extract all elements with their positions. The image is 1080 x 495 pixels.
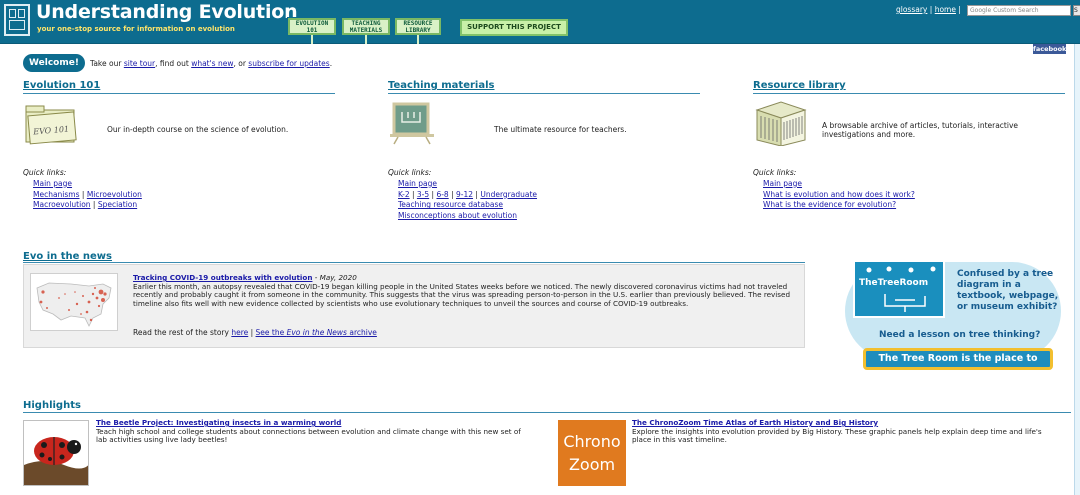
welcome-text-part: Take our	[90, 59, 124, 68]
grade-9-12-link[interactable]: 9-12	[456, 190, 473, 199]
top-links-separator: |	[929, 5, 933, 14]
archive-prefix: See the	[255, 328, 287, 337]
main-page-link[interactable]: Main page	[33, 179, 72, 188]
ladybug-image[interactable]	[23, 420, 89, 486]
grade-3-5-link[interactable]: 3-5	[417, 190, 429, 199]
grade-k2-link[interactable]: K-2	[398, 190, 410, 199]
quick-links-label: Quick links:	[753, 168, 797, 177]
quick-links-label: Quick links:	[388, 168, 432, 177]
site-tour-link[interactable]: site tour	[124, 59, 155, 68]
column-description: A browsable archive of articles, tutoria…	[822, 121, 1019, 139]
nav-teaching-line2: MATERIALS	[349, 26, 383, 34]
whats-new-link[interactable]: what's new	[191, 59, 233, 68]
card-catalog-icon[interactable]	[753, 100, 809, 147]
read-more-link[interactable]: here	[231, 328, 248, 337]
tree-room-sign-title: TheTreeRoom	[859, 278, 929, 288]
highlight-text: Explore the insights into evolution prov…	[632, 426, 1042, 444]
news-divider	[23, 262, 805, 263]
column-description: The ultimate resource for teachers.	[494, 125, 627, 134]
news-box: Tracking COVID-19 outbreaks with evoluti…	[23, 264, 805, 348]
facebook-button[interactable]: facebook	[1033, 44, 1066, 54]
evidence-for-evolution-link[interactable]: What is the evidence for evolution?	[763, 200, 896, 209]
misconceptions-link[interactable]: Misconceptions about evolution	[398, 211, 517, 220]
main-page-link[interactable]: Main page	[763, 179, 802, 188]
read-more-prefix: Read the rest of the story	[133, 328, 232, 337]
site-header: Understanding Evolution your one-stop so…	[0, 0, 1080, 44]
microevolution-link[interactable]: Microevolution	[87, 190, 142, 199]
news-read-more: Read the rest of the story here | See th…	[133, 328, 377, 337]
highlights-title: Highlights	[23, 400, 81, 411]
welcome-text: Take our site tour, find out what's new,…	[90, 59, 332, 68]
chronozoom-image-line1: Chrono	[563, 432, 621, 451]
news-section-title-text[interactable]: Evo in the news	[23, 251, 112, 262]
support-project-button[interactable]: SUPPORT THIS PROJECT	[460, 19, 568, 36]
column-description: Our in-depth course on the science of ev…	[107, 125, 289, 134]
quick-links: Quick links: Main page What is evolution…	[753, 168, 915, 211]
column-title[interactable]: Teaching materials	[388, 80, 700, 94]
undergraduate-link[interactable]: Undergraduate	[480, 190, 537, 199]
welcome-badge: Welcome!	[23, 54, 85, 72]
top-links-separator: |	[958, 5, 961, 14]
right-edge-stripe	[1074, 44, 1080, 495]
nav-resource-line2: LIBRARY	[405, 26, 431, 34]
top-links: glossary | home |	[896, 5, 961, 14]
news-archive-link[interactable]: See the Evo in the News archive	[256, 328, 377, 337]
column-evolution-101: Evolution 101 EVO 101 Our in-depth cours…	[23, 80, 335, 209]
glossary-link[interactable]: glossary	[896, 5, 927, 14]
search-button[interactable]: S	[1073, 5, 1080, 16]
main-page-link[interactable]: Main page	[398, 179, 437, 188]
tree-room-lesson-text: Need a lesson on tree thinking?	[879, 330, 1041, 340]
tree-room-ad[interactable]: TheTreeRoom Confused by a tree diagram i…	[845, 256, 1065, 380]
column-title[interactable]: Resource library	[753, 80, 1065, 94]
chalkboard-icon[interactable]	[388, 100, 444, 146]
search-input[interactable]: Google Custom Search	[967, 5, 1071, 16]
welcome-text-part: , find out	[155, 59, 192, 68]
highlights-divider	[23, 412, 1071, 413]
chronozoom-image[interactable]: Chrono Zoom	[558, 420, 626, 486]
news-article: Tracking COVID-19 outbreaks with evoluti…	[133, 273, 793, 308]
quick-links-label: Quick links:	[23, 168, 67, 177]
highlight-item: The ChronoZoom Time Atlas of Earth Histo…	[632, 418, 1062, 445]
quick-links: Quick links: Main page K-2 | 3-5 | 6-8 |…	[388, 168, 538, 221]
archive-suffix: archive	[346, 328, 377, 337]
nav-stem	[311, 35, 313, 44]
tree-room-start-button[interactable]: The Tree Room is the place to start!	[863, 348, 1053, 380]
teaching-database-link[interactable]: Teaching resource database	[398, 200, 503, 209]
evo-101-folder-icon[interactable]: EVO 101	[23, 100, 79, 146]
quick-links: Quick links: Main page Mechanisms | Micr…	[23, 168, 142, 210]
nav-resource-library[interactable]: RESOURCE LIBRARY	[394, 17, 442, 44]
column-title[interactable]: Evolution 101	[23, 80, 335, 94]
nav-evolution-101-line2: 101	[306, 26, 318, 34]
covid-map-image[interactable]	[30, 273, 118, 331]
tree-room-confused-text: Confused by a tree diagram in a textbook…	[957, 269, 1059, 312]
nav-stem	[417, 35, 419, 44]
nav-stem	[365, 35, 367, 44]
site-logo-icon[interactable]	[4, 4, 30, 36]
nav-teaching-materials[interactable]: TEACHING MATERIALS	[341, 17, 391, 44]
news-section-title: Evo in the news	[23, 251, 805, 262]
nav-evolution-101[interactable]: EVOLUTION 101	[287, 17, 337, 44]
news-body-text: Earlier this month, an autopsy revealed …	[133, 281, 791, 308]
subscribe-link[interactable]: subscribe for updates	[248, 59, 329, 68]
speciation-link[interactable]: Speciation	[98, 200, 137, 209]
site-tagline: your one-stop source for information on …	[37, 25, 235, 33]
welcome-text-part: , or	[233, 59, 249, 68]
site-title[interactable]: Understanding Evolution	[36, 1, 298, 23]
chronozoom-image-line2: Zoom	[568, 455, 616, 474]
highlight-text: Teach high school and college students a…	[96, 426, 521, 444]
welcome-text-part: .	[329, 59, 333, 68]
tree-room-sign: TheTreeRoom	[853, 260, 945, 318]
mechanisms-link[interactable]: Mechanisms	[33, 190, 80, 199]
home-link[interactable]: home	[935, 5, 956, 14]
archive-em: Evo in the News	[286, 328, 347, 337]
highlight-item: The Beetle Project: Investigating insect…	[96, 418, 526, 445]
macroevolution-link[interactable]: Macroevolution	[33, 200, 91, 209]
column-resource-library: Resource library A browsable archive of …	[753, 80, 1065, 209]
column-teaching-materials: Teaching materials The ultimate resource…	[388, 80, 700, 220]
grade-6-8-link[interactable]: 6-8	[436, 190, 448, 199]
what-is-evolution-link[interactable]: What is evolution and how does it work?	[763, 190, 915, 199]
